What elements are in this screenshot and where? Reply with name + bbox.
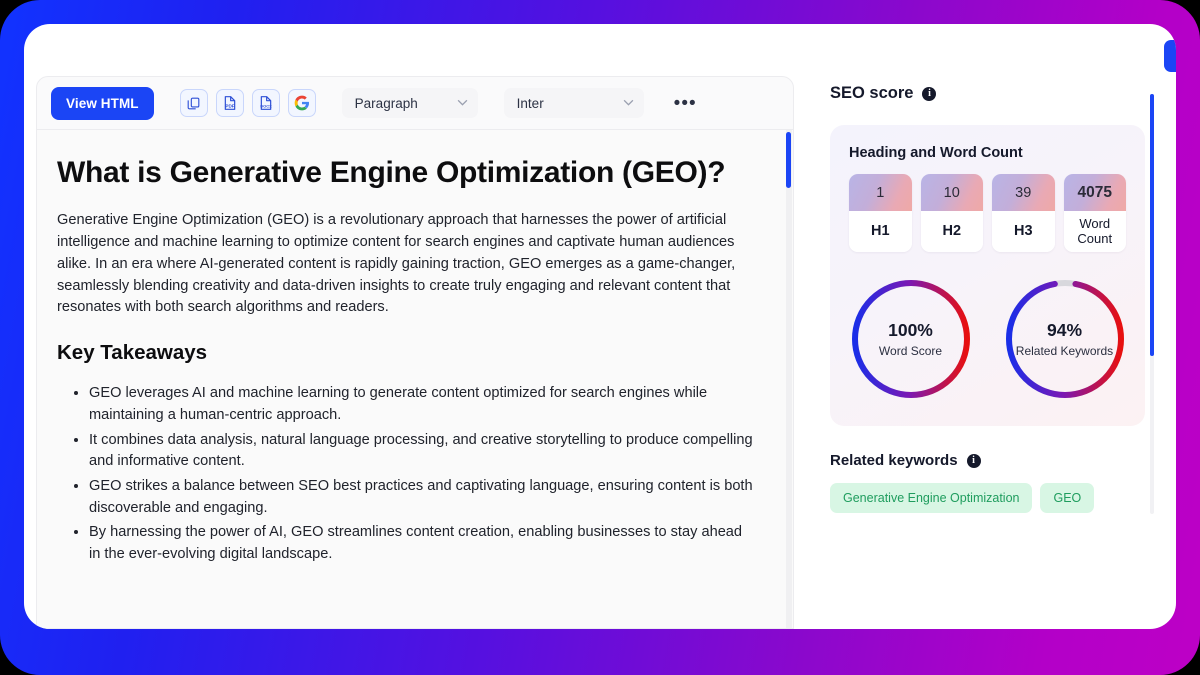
pdf-export-icon[interactable]: PDF <box>215 89 244 117</box>
copy-icon[interactable] <box>179 89 208 117</box>
count-box-h1: 1 H1 <box>849 174 912 252</box>
document-title: What is Generative Engine Optimization (… <box>57 156 726 189</box>
word-score-caption: Word Score <box>878 344 943 358</box>
key-takeaways-list: GEO leverages AI and machine learning to… <box>57 383 757 566</box>
panel-scrollbar-thumb[interactable] <box>1150 94 1154 356</box>
document-scrollbar[interactable] <box>786 130 792 628</box>
export-icon-group: PDF DOCX <box>179 89 316 117</box>
count-value: 4075 <box>1063 174 1126 211</box>
related-keywords-list: Generative Engine Optimization GEO <box>830 483 1145 513</box>
more-options-button[interactable]: ••• <box>668 90 703 117</box>
count-label: H2 <box>920 211 983 252</box>
document-scrollbar-thumb[interactable] <box>786 132 791 188</box>
count-label: H1 <box>849 211 912 252</box>
paragraph-style-value: Paragraph <box>354 95 418 111</box>
related-keywords-header: Related keywords i <box>830 452 1176 469</box>
font-family-select[interactable]: Inter <box>503 88 644 118</box>
keyword-pill[interactable]: Generative Engine Optimization <box>830 483 1033 513</box>
document-content[interactable]: What is Generative Engine Optimization (… <box>37 130 793 628</box>
view-html-button[interactable]: View HTML <box>51 86 154 120</box>
count-label: H3 <box>992 211 1055 252</box>
seo-panel-header: SEO score i <box>830 84 1176 103</box>
next-step-button[interactable]: → <box>1164 40 1176 72</box>
keyword-pill[interactable]: GEO <box>1040 483 1095 513</box>
svg-text:PDF: PDF <box>225 103 234 108</box>
count-value: 10 <box>920 174 983 211</box>
word-score-label: 100% Word Score <box>848 320 974 358</box>
count-value: 39 <box>992 174 1055 211</box>
editor-column: View HTML PDF DOCX Paragraph Inter ••• W… <box>24 76 794 629</box>
count-box-h3: 39 H3 <box>992 174 1055 252</box>
related-keywords-donut: 94% Related Keywords <box>1002 276 1128 402</box>
info-icon[interactable]: i <box>922 86 937 101</box>
related-keywords-value: 94% <box>1046 320 1083 340</box>
heading-word-count-title: Heading and Word Count <box>849 145 1023 161</box>
google-docs-export-icon[interactable] <box>287 89 316 117</box>
word-score-value: 100% <box>888 320 933 340</box>
word-score-donut: 100% Word Score <box>848 276 974 402</box>
list-item: By harnessing the power of AI, GEO strea… <box>89 522 757 565</box>
page-title: SEO score <box>830 84 914 102</box>
paragraph-style-select[interactable]: Paragraph <box>341 88 478 118</box>
count-value: 1 <box>849 174 912 211</box>
list-item: GEO strikes a balance between SEO best p… <box>89 476 757 519</box>
chevron-down-icon <box>623 97 634 109</box>
count-box-word-count: 4075 Word Count <box>1063 174 1126 252</box>
related-keywords-label: 94% Related Keywords <box>1002 320 1128 358</box>
seo-panel: → SEO score i Heading and Word Count 1 H… <box>794 40 1176 629</box>
related-keywords-title: Related keywords <box>830 452 958 469</box>
count-label: Word Count <box>1063 211 1126 252</box>
list-item: GEO leverages AI and machine learning to… <box>89 383 757 426</box>
score-donut-row: 100% Word Score 94% Related Keywords <box>849 276 1126 402</box>
key-takeaways-heading: Key Takeaways <box>57 341 208 365</box>
document-intro-paragraph: Generative Engine Optimization (GEO) is … <box>57 212 736 316</box>
app-body: View HTML PDF DOCX Paragraph Inter ••• W… <box>24 24 1176 629</box>
editor-toolbar: View HTML PDF DOCX Paragraph Inter ••• <box>36 76 794 130</box>
app-window: View HTML PDF DOCX Paragraph Inter ••• W… <box>24 24 1176 629</box>
related-keywords-caption: Related Keywords <box>1015 344 1114 358</box>
font-family-value: Inter <box>516 95 544 111</box>
docx-export-icon[interactable]: DOCX <box>251 89 280 117</box>
document-canvas: What is Generative Engine Optimization (… <box>36 130 794 629</box>
count-box-h2: 10 H2 <box>920 174 983 252</box>
svg-text:DOCX: DOCX <box>260 103 272 108</box>
window-frame: View HTML PDF DOCX Paragraph Inter ••• W… <box>0 0 1200 675</box>
heading-word-count-card: Heading and Word Count 1 H1 10 H2 39 H3 <box>830 125 1145 426</box>
list-item: It combines data analysis, natural langu… <box>89 430 757 473</box>
heading-count-row: 1 H1 10 H2 39 H3 4075 Word Count <box>849 174 1126 252</box>
chevron-down-icon <box>457 97 468 109</box>
info-icon[interactable]: i <box>966 453 981 468</box>
